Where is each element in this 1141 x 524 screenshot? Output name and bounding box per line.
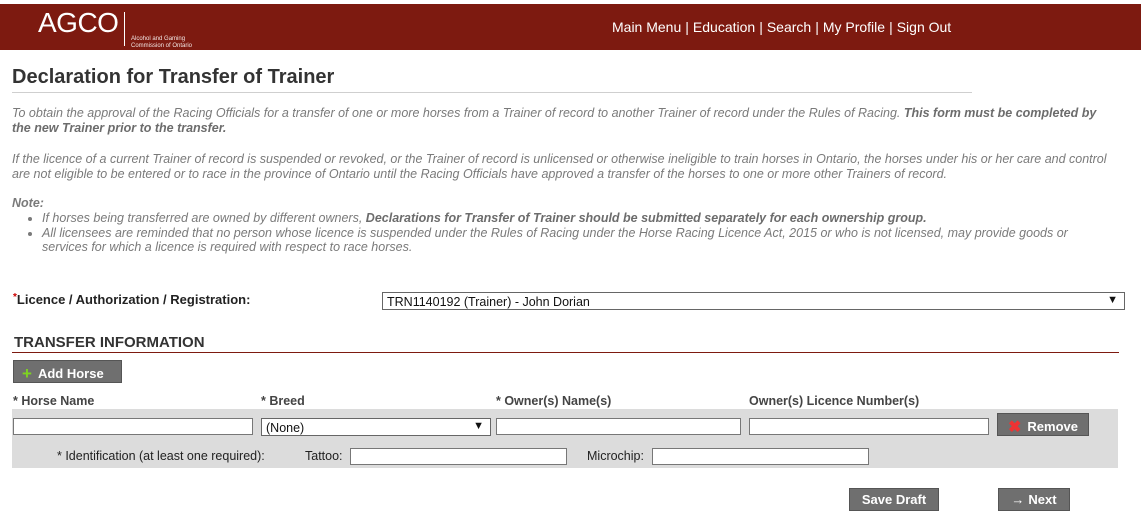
notes-list: If horses being transferred are owned by… [28, 211, 1108, 255]
page-title: Declaration for Transfer of Trainer [12, 66, 335, 88]
nav-separator: | [815, 19, 819, 35]
licence-select[interactable]: TRN1140192 (Trainer) - John Dorian ▼ [382, 292, 1125, 310]
microchip-input[interactable] [652, 448, 869, 465]
add-horse-button[interactable]: + Add Horse [13, 360, 122, 383]
dropdown-arrow-icon: ▼ [473, 420, 484, 432]
note-item-2: All licensees are reminded that no perso… [42, 226, 1108, 255]
logo-subtitle-line1: Alcohol and Gaming [131, 36, 186, 42]
logo-subtitle-line2: Commission of Ontario [131, 43, 193, 49]
add-horse-label: Add Horse [37, 366, 104, 381]
header-bar: AGCO Alcohol and Gaming Commission of On… [0, 4, 1141, 50]
owner-licence-input[interactable] [749, 418, 989, 435]
remove-x-icon: ✖ [1008, 419, 1022, 436]
owner-licence-label: Owner(s) Licence Number(s) [749, 394, 920, 408]
licence-label-text: Licence / Authorization / Registration: [16, 292, 251, 307]
nav-search[interactable]: Search [767, 19, 811, 35]
note-1-bold: Declarations for Transfer of Trainer sho… [365, 211, 927, 225]
breed-select[interactable]: (None) ▼ [261, 418, 491, 436]
horse-name-input[interactable] [13, 418, 253, 435]
intro-text-1: To obtain the approval of the Racing Off… [12, 106, 904, 120]
arrow-right-icon: → [1011, 492, 1025, 507]
owners-name-label: * Owner(s) Name(s) [496, 394, 612, 408]
tattoo-label: Tattoo: [305, 449, 343, 463]
breed-select-value: (None) [266, 421, 305, 435]
microchip-label: Microchip: [587, 449, 644, 463]
remove-horse-button[interactable]: ✖ Remove [997, 413, 1089, 436]
nav-education[interactable]: Education [693, 19, 755, 35]
next-label: Next [1028, 492, 1057, 507]
remove-label: Remove [1027, 419, 1078, 434]
note-item-1: If horses being transferred are owned by… [42, 211, 1108, 226]
nav-separator: | [685, 19, 689, 35]
tattoo-input[interactable] [350, 448, 567, 465]
dropdown-arrow-icon: ▼ [1107, 294, 1118, 306]
identification-label: * Identification (at least one required)… [57, 449, 265, 463]
nav-separator: | [759, 19, 763, 35]
licence-select-value: TRN1140192 (Trainer) - John Dorian [387, 295, 590, 309]
intro-paragraph-2: If the licence of a current Trainer of r… [12, 152, 1107, 181]
main-nav: Main Menu | Education | Search | My Profile | Si… [612, 19, 951, 35]
nav-main-menu[interactable]: Main Menu [612, 19, 681, 35]
note-label: Note: [12, 196, 44, 210]
owners-name-input[interactable] [496, 418, 741, 435]
plus-icon: + [22, 364, 32, 383]
transfer-info-heading: TRANSFER INFORMATION [14, 334, 205, 351]
breed-label: * Breed [261, 394, 305, 408]
intro-paragraph-1: To obtain the approval of the Racing Off… [12, 106, 1117, 136]
logo-divider [124, 12, 125, 46]
note-1-text: If horses being transferred are owned by… [42, 211, 366, 225]
title-divider [12, 92, 972, 93]
nav-separator: | [889, 19, 893, 35]
section-divider [12, 352, 1119, 353]
nav-sign-out[interactable]: Sign Out [897, 19, 951, 35]
nav-my-profile[interactable]: My Profile [823, 19, 885, 35]
horse-name-label: * Horse Name [13, 394, 95, 408]
save-draft-button[interactable]: Save Draft [849, 488, 939, 511]
next-button[interactable]: → Next [998, 488, 1070, 511]
licence-label: *Licence / Authorization / Registration: [13, 292, 250, 307]
logo-text: AGCO [38, 7, 119, 38]
